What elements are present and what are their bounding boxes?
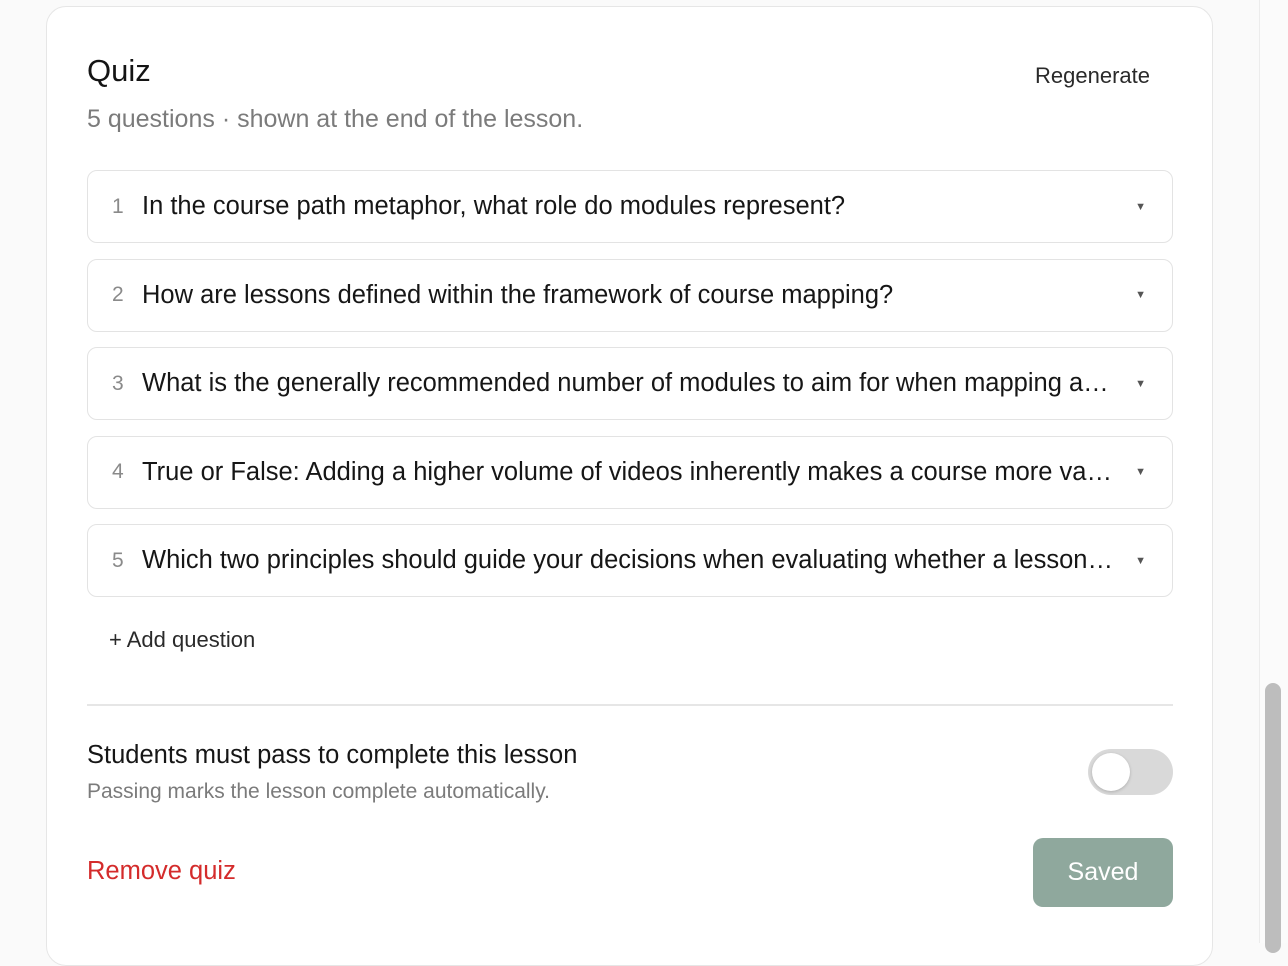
chevron-down-icon[interactable]: ▼ [1135,289,1146,301]
question-item-1[interactable]: 1 In the course path metaphor, what role… [87,170,1173,243]
chevron-down-icon[interactable]: ▼ [1135,378,1146,390]
quiz-title: Quiz [87,53,151,88]
question-item-2[interactable]: 2 How are lessons defined within the fra… [87,258,1173,332]
add-question-button[interactable]: + Add question [109,627,255,653]
saved-button[interactable]: Saved [1033,838,1173,907]
regenerate-button[interactable]: Regenerate [1035,63,1150,89]
question-text: Which two principles should guide your d… [142,546,1136,574]
question-item-3[interactable]: 3 What is the generally recommended numb… [87,347,1173,420]
scrollbar-thumb[interactable] [1265,683,1281,953]
chevron-down-icon[interactable]: ▼ [1135,555,1146,567]
quiz-card: Quiz Regenerate 5 questions · shown at t… [46,6,1213,966]
toggle-knob [1092,753,1130,791]
pass-requirement-description: Passing marks the lesson complete automa… [87,780,550,803]
question-item-5[interactable]: 5 Which two principles should guide your… [87,524,1173,597]
remove-quiz-button[interactable]: Remove quiz [87,857,236,886]
quiz-subtitle: 5 questions · shown at the end of the le… [87,105,584,133]
pass-requirement-label: Students must pass to complete this less… [87,741,578,769]
pass-requirement-toggle[interactable] [1088,749,1173,795]
chevron-down-icon[interactable]: ▼ [1135,201,1146,213]
question-number: 3 [112,371,124,395]
question-number: 4 [112,460,124,483]
question-number: 1 [112,194,124,218]
question-number: 5 [112,548,124,572]
chevron-down-icon[interactable]: ▼ [1135,466,1146,478]
question-text: True or False: Adding a higher volume of… [142,457,1136,486]
question-list: 1 In the course path metaphor, what role… [87,170,1173,613]
section-divider [87,704,1173,706]
question-text: What is the generally recommended number… [142,369,1136,397]
question-number: 2 [112,283,124,306]
question-text: In the course path metaphor, what role d… [142,192,846,220]
question-item-4[interactable]: 4 True or False: Adding a higher volume … [87,435,1173,509]
question-text: How are lessons defined within the frame… [142,280,894,309]
